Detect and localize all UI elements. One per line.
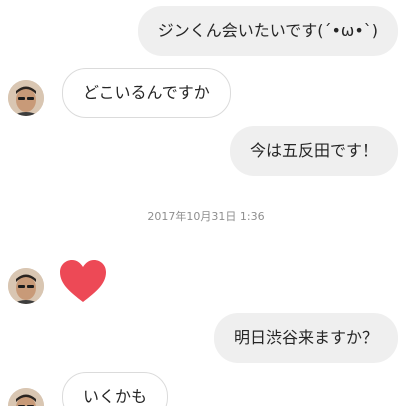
message-outgoing[interactable]: 今は五反田です！ bbox=[229, 126, 398, 176]
message-incoming[interactable]: どこいるんですか bbox=[62, 68, 231, 118]
message-outgoing[interactable]: ジンくん会いたいです(´•ω•`) bbox=[137, 6, 398, 56]
message-text: どこいるんですか bbox=[83, 83, 210, 102]
message-text: 今は五反田です！ bbox=[249, 141, 378, 160]
message-timestamp: 2017年10月31日 1:36 bbox=[147, 210, 265, 223]
message-text: ジンくん会いたいです(´•ω•`) bbox=[157, 21, 378, 40]
chat-thread: ジンくん会いたいです(´•ω•`) どこいるんですか 今は五反田です！ 2017… bbox=[0, 0, 412, 406]
avatar[interactable] bbox=[8, 388, 44, 406]
avatar[interactable] bbox=[8, 268, 44, 304]
heart-icon[interactable] bbox=[58, 258, 108, 304]
message-incoming[interactable]: いくかも bbox=[62, 372, 169, 406]
avatar[interactable] bbox=[8, 80, 44, 116]
message-text: いくかも bbox=[83, 387, 148, 406]
message-outgoing[interactable]: 明日渋谷来ますか？ bbox=[213, 313, 398, 363]
message-text: 明日渋谷来ますか？ bbox=[233, 328, 378, 347]
